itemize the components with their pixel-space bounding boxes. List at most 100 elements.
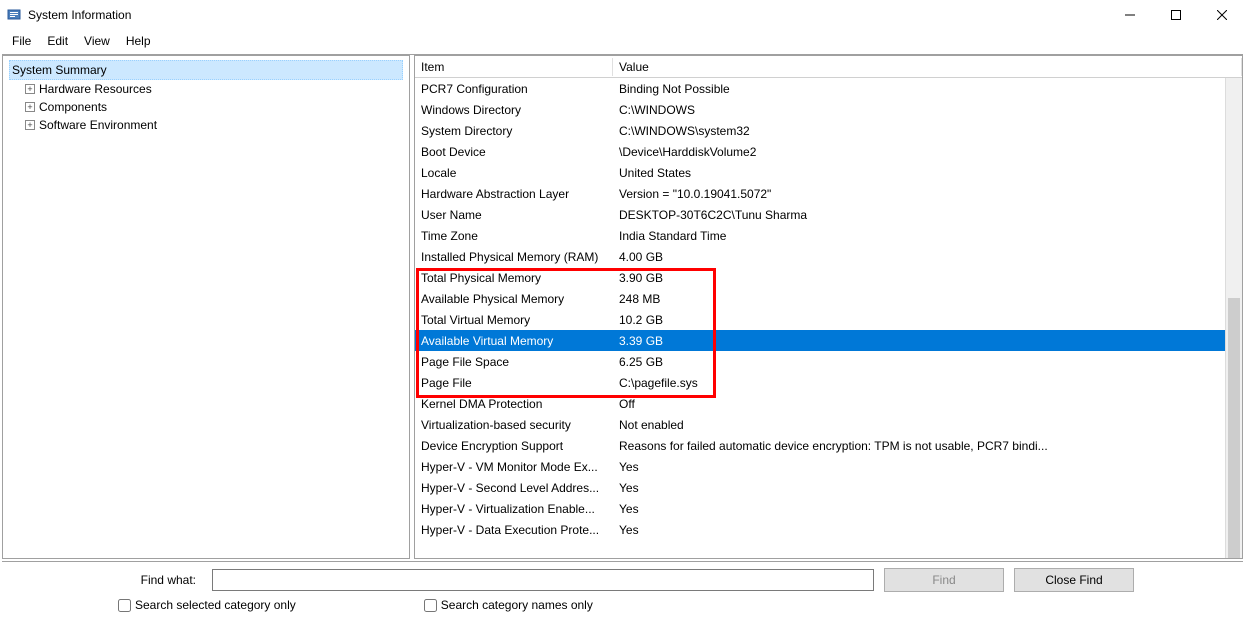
check-label: Search category names only	[441, 598, 593, 612]
details-pane: Item Value PCR7 ConfigurationBinding Not…	[414, 55, 1243, 559]
tree-components[interactable]: + Components	[23, 98, 403, 116]
table-row[interactable]: Windows DirectoryC:\WINDOWS	[415, 99, 1242, 120]
cell-item: Page File Space	[415, 353, 613, 371]
cell-item: PCR7 Configuration	[415, 80, 613, 98]
cell-value: 3.39 GB	[613, 332, 1242, 350]
table-header: Item Value	[415, 56, 1242, 78]
scroll-thumb[interactable]	[1228, 298, 1240, 558]
close-button[interactable]	[1199, 0, 1245, 30]
minimize-button[interactable]	[1107, 0, 1153, 30]
table-row[interactable]: Total Virtual Memory10.2 GB	[415, 309, 1242, 330]
table-row[interactable]: Hyper-V - Virtualization Enable...Yes	[415, 498, 1242, 519]
cell-item: System Directory	[415, 122, 613, 140]
table-body[interactable]: PCR7 ConfigurationBinding Not PossibleWi…	[415, 78, 1242, 558]
menu-help[interactable]: Help	[118, 32, 159, 50]
cell-item: Page File	[415, 374, 613, 392]
cell-item: Hyper-V - Data Execution Prote...	[415, 521, 613, 539]
cell-item: Locale	[415, 164, 613, 182]
tree-label: Components	[39, 100, 107, 114]
table-row[interactable]: Page FileC:\pagefile.sys	[415, 372, 1242, 393]
vertical-scrollbar[interactable]	[1225, 78, 1242, 558]
menu-file[interactable]: File	[4, 32, 39, 50]
menu-view[interactable]: View	[76, 32, 118, 50]
cell-value: Binding Not Possible	[613, 80, 1242, 98]
find-button[interactable]: Find	[884, 568, 1004, 592]
cell-value: Reasons for failed automatic device encr…	[613, 437, 1242, 455]
tree-label: System Summary	[12, 63, 107, 77]
cell-item: Device Encryption Support	[415, 437, 613, 455]
table-row[interactable]: Boot Device\Device\HarddiskVolume2	[415, 141, 1242, 162]
cell-item: Total Physical Memory	[415, 269, 613, 287]
table-row[interactable]: PCR7 ConfigurationBinding Not Possible	[415, 78, 1242, 99]
search-category-names-check[interactable]: Search category names only	[424, 598, 593, 612]
table-row[interactable]: Hyper-V - VM Monitor Mode Ex...Yes	[415, 456, 1242, 477]
maximize-button[interactable]	[1153, 0, 1199, 30]
expand-icon[interactable]: +	[25, 120, 35, 130]
cell-item: Total Virtual Memory	[415, 311, 613, 329]
tree-label: Hardware Resources	[39, 82, 152, 96]
cell-value: \Device\HarddiskVolume2	[613, 143, 1242, 161]
cell-item: Hyper-V - Virtualization Enable...	[415, 500, 613, 518]
cell-value: Version = "10.0.19041.5072"	[613, 185, 1242, 203]
table-row[interactable]: Available Physical Memory248 MB	[415, 288, 1242, 309]
cell-value: Yes	[613, 458, 1242, 476]
table-row[interactable]: Hardware Abstraction LayerVersion = "10.…	[415, 183, 1242, 204]
cell-item: Available Physical Memory	[415, 290, 613, 308]
table-row[interactable]: Device Encryption SupportReasons for fai…	[415, 435, 1242, 456]
search-selected-check[interactable]: Search selected category only	[118, 598, 296, 612]
cell-value: DESKTOP-30T6C2C\Tunu Sharma	[613, 206, 1242, 224]
cell-value: Off	[613, 395, 1242, 413]
tree-label: Software Environment	[39, 118, 157, 132]
menu-edit[interactable]: Edit	[39, 32, 76, 50]
table-row[interactable]: Hyper-V - Second Level Addres...Yes	[415, 477, 1242, 498]
expand-icon[interactable]: +	[25, 102, 35, 112]
expand-icon[interactable]: +	[25, 84, 35, 94]
category-tree[interactable]: System Summary + Hardware Resources + Co…	[2, 55, 410, 559]
cell-item: Installed Physical Memory (RAM)	[415, 248, 613, 266]
cell-item: Time Zone	[415, 227, 613, 245]
check-label: Search selected category only	[135, 598, 296, 612]
cell-value: 10.2 GB	[613, 311, 1242, 329]
close-find-button[interactable]: Close Find	[1014, 568, 1134, 592]
find-input[interactable]	[212, 569, 874, 591]
menubar: File Edit View Help	[0, 30, 1245, 52]
tree-hardware-resources[interactable]: + Hardware Resources	[23, 80, 403, 98]
table-row[interactable]: User NameDESKTOP-30T6C2C\Tunu Sharma	[415, 204, 1242, 225]
cell-item: Virtualization-based security	[415, 416, 613, 434]
table-row[interactable]: System DirectoryC:\WINDOWS\system32	[415, 120, 1242, 141]
column-value[interactable]: Value	[613, 58, 1242, 76]
table-row[interactable]: LocaleUnited States	[415, 162, 1242, 183]
table-row[interactable]: Kernel DMA ProtectionOff	[415, 393, 1242, 414]
table-row[interactable]: Installed Physical Memory (RAM)4.00 GB	[415, 246, 1242, 267]
table-row[interactable]: Available Virtual Memory3.39 GB	[415, 330, 1242, 351]
cell-value: 6.25 GB	[613, 353, 1242, 371]
cell-value: India Standard Time	[613, 227, 1242, 245]
table-row[interactable]: Virtualization-based securityNot enabled	[415, 414, 1242, 435]
table-row[interactable]: Page File Space6.25 GB	[415, 351, 1242, 372]
table-row[interactable]: Total Physical Memory3.90 GB	[415, 267, 1242, 288]
titlebar[interactable]: System Information	[0, 0, 1245, 30]
cell-item: Boot Device	[415, 143, 613, 161]
app-icon	[6, 7, 22, 23]
cell-value: C:\WINDOWS\system32	[613, 122, 1242, 140]
window-title: System Information	[28, 8, 131, 22]
tree-software-environment[interactable]: + Software Environment	[23, 116, 403, 134]
find-label: Find what:	[2, 573, 202, 587]
column-item[interactable]: Item	[415, 58, 613, 76]
cell-value: 248 MB	[613, 290, 1242, 308]
table-row[interactable]: Time ZoneIndia Standard Time	[415, 225, 1242, 246]
tree-system-summary[interactable]: System Summary	[9, 60, 403, 80]
cell-item: Kernel DMA Protection	[415, 395, 613, 413]
checkbox[interactable]	[424, 599, 437, 612]
cell-item: Hyper-V - VM Monitor Mode Ex...	[415, 458, 613, 476]
cell-value: C:\pagefile.sys	[613, 374, 1242, 392]
cell-value: Yes	[613, 479, 1242, 497]
table-row[interactable]: Hyper-V - Data Execution Prote...Yes	[415, 519, 1242, 540]
cell-value: 4.00 GB	[613, 248, 1242, 266]
cell-item: Hyper-V - Second Level Addres...	[415, 479, 613, 497]
cell-value: United States	[613, 164, 1242, 182]
cell-item: User Name	[415, 206, 613, 224]
cell-item: Hardware Abstraction Layer	[415, 185, 613, 203]
cell-value: Yes	[613, 521, 1242, 539]
checkbox[interactable]	[118, 599, 131, 612]
